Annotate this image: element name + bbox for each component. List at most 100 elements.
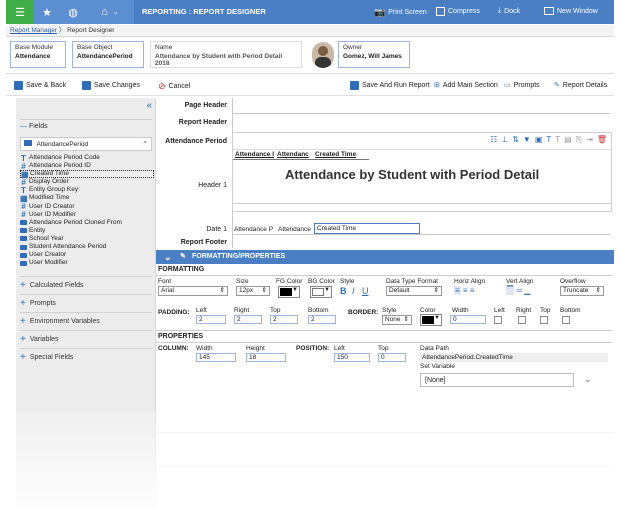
vert-align-icons[interactable]: ▔ ═ ▁ <box>506 286 530 295</box>
align-center-icon[interactable]: ≡ <box>463 286 468 295</box>
calculator-icon[interactable]: ▤ <box>564 135 572 145</box>
save-changes-button[interactable]: Save Changes <box>82 81 140 90</box>
bg-color-picker[interactable]: ▼ <box>310 286 332 298</box>
section-calculated-fields[interactable]: + Calculated Fields <box>20 276 152 294</box>
band-header-1[interactable]: Header 1 <box>156 182 230 189</box>
field-item[interactable]: # User ID Creator <box>20 203 154 211</box>
align-middle-icon[interactable]: ═ <box>516 286 522 295</box>
report-details-button[interactable]: ✎ Report Details <box>554 81 607 90</box>
field-item[interactable]: ▦ Modified Time <box>20 194 154 202</box>
band-page-header[interactable]: Page Header <box>156 102 230 109</box>
field-item[interactable]: # Attendance Period ID <box>20 162 154 170</box>
text-icon[interactable]: T <box>546 135 551 145</box>
image-icon[interactable]: ▣ <box>535 135 543 145</box>
underline-button[interactable]: U <box>362 286 369 296</box>
report-title-text[interactable]: Attendance by Student with Period Detail <box>285 167 539 182</box>
field-item[interactable]: # Display Order <box>20 178 154 186</box>
print-screen-button[interactable]: 📷 Print Screen <box>374 7 427 18</box>
chevron-down-icon[interactable]: ⌄ <box>584 374 592 385</box>
border-left-checkbox[interactable] <box>494 316 502 324</box>
columns-icon[interactable]: ☷ <box>490 135 497 145</box>
save-back-button[interactable]: Save & Back <box>14 81 66 90</box>
copy-icon[interactable]: ⎘ <box>576 135 582 145</box>
section-variables[interactable]: + Variables <box>20 330 152 348</box>
pad-bottom-input[interactable]: 2 <box>308 315 336 324</box>
new-window-button[interactable]: New Window <box>544 7 598 15</box>
field-item[interactable]: School Year <box>20 235 154 243</box>
section-special-fields[interactable]: + Special Fields <box>20 348 152 366</box>
menu-icon[interactable]: ☰ <box>6 0 34 24</box>
filter-icon[interactable]: ▼ <box>523 135 531 145</box>
data-type-format-select[interactable]: Default ⇕ <box>386 286 442 296</box>
attendance-period-section[interactable]: ☷ ⊥ ⇅ ▼ ▣ T T ▤ ⎘ ⇥ 🗑 Attendance I Atten… <box>232 132 612 212</box>
border-color-picker[interactable]: ▼ <box>420 314 442 326</box>
field-item[interactable]: ▦ Created Time <box>20 170 154 179</box>
field-item[interactable]: T Entity Group Key <box>20 186 154 194</box>
band-attendance-period[interactable]: Attendance Period <box>156 138 230 145</box>
set-variable-select[interactable]: [None] <box>420 373 574 387</box>
field-item[interactable]: T Attendance Period Code <box>20 154 154 162</box>
object-search[interactable]: AttendancePeriod ⌕ <box>20 137 152 151</box>
bold-button[interactable]: B <box>340 286 347 296</box>
dock-button[interactable]: ⤓ Dock <box>498 7 520 15</box>
prompts-button[interactable]: ▭ Prompts <box>504 81 540 90</box>
field-item[interactable]: # User ID Modifier <box>20 211 154 219</box>
column-header-a[interactable]: Attendance I <box>235 151 274 158</box>
add-main-section-button[interactable]: ⊞ Add Main Section <box>434 81 498 90</box>
band-date-1[interactable]: Date 1 <box>156 226 230 233</box>
pad-right-input[interactable]: 2 <box>234 315 262 324</box>
width-input[interactable]: 145 <box>196 353 236 362</box>
cancel-button[interactable]: ⊘ Cancel <box>158 81 190 92</box>
border-right-checkbox[interactable] <box>518 316 526 324</box>
sort-group-icon[interactable]: ⊥ <box>501 135 508 145</box>
pad-top-input[interactable]: 2 <box>270 315 298 324</box>
star-icon[interactable]: ★ <box>34 0 60 24</box>
horiz-align-icons[interactable]: ≡ ≡ ≡ <box>454 286 474 295</box>
data-cell-created-time[interactable]: Created Time <box>314 223 420 234</box>
section-environment-variables[interactable]: + Environment Variables <box>20 312 152 330</box>
italic-button[interactable]: I <box>352 286 355 296</box>
chevron-down-icon[interactable]: ⌄ <box>164 250 172 264</box>
compress-button[interactable]: Compress <box>436 7 480 16</box>
border-top-checkbox[interactable] <box>540 316 548 324</box>
field-item[interactable]: User Creator <box>20 251 154 259</box>
align-bottom-icon[interactable]: ▁ <box>524 286 530 295</box>
search-icon[interactable]: ⌕ <box>143 139 147 147</box>
section-prompts[interactable]: + Prompts <box>20 294 152 312</box>
height-input[interactable]: 18 <box>246 353 286 362</box>
data-cell-b[interactable]: Attendance <box>278 226 311 233</box>
sort-icon[interactable]: ⇅ <box>512 135 519 145</box>
fg-color-swatch <box>280 288 292 296</box>
breadcrumb-report-manager[interactable]: Report Manager <box>10 27 57 34</box>
pad-left-input[interactable]: 2 <box>196 315 226 324</box>
font-select[interactable]: Arial ⇕ <box>158 286 228 296</box>
field-item[interactable]: Entity <box>20 227 154 235</box>
column-header-c[interactable]: Created Time <box>315 151 356 158</box>
column-header-b[interactable]: Attendanc <box>277 151 309 158</box>
left-input[interactable]: 150 <box>334 353 370 362</box>
align-top-icon[interactable]: ▔ <box>506 286 515 295</box>
align-left-icon[interactable]: ≡ <box>454 286 461 295</box>
align-right-icon[interactable]: ≡ <box>470 286 475 295</box>
border-style-select[interactable]: None ⇕ <box>382 315 412 325</box>
overflow-select[interactable]: Truncate ⇕ <box>560 286 604 296</box>
band-report-footer[interactable]: Report Footer <box>156 239 230 246</box>
save-run-button[interactable]: Save And Run Report <box>350 81 430 90</box>
text-alt-icon[interactable]: T <box>555 135 560 145</box>
band-report-header[interactable]: Report Header <box>156 119 230 126</box>
border-width-input[interactable]: 0 <box>450 315 486 324</box>
fg-color-picker[interactable]: ▼ <box>278 286 300 298</box>
collapse-left-icon[interactable]: « <box>146 100 152 111</box>
export-icon[interactable]: ⇥ <box>586 135 593 145</box>
field-item[interactable]: Student Attendance Period <box>20 243 154 251</box>
border-bottom-checkbox[interactable] <box>562 316 570 324</box>
trash-icon[interactable]: 🗑 <box>597 135 607 145</box>
data-cell-a[interactable]: Attendance P <box>234 226 273 233</box>
top-input[interactable]: 0 <box>378 353 406 362</box>
home-icon[interactable]: ⌂ ⌄ <box>86 0 134 24</box>
globe-icon[interactable]: ◍ <box>60 0 86 24</box>
field-item[interactable]: User Modifier <box>20 259 154 267</box>
size-select[interactable]: 12px ⇕ <box>236 286 270 296</box>
formatting-panel-header[interactable]: ⌄ ✎ FORMATTING/PROPERTIES <box>156 250 614 264</box>
field-item[interactable]: Attendance Period Cloned From <box>20 219 154 227</box>
